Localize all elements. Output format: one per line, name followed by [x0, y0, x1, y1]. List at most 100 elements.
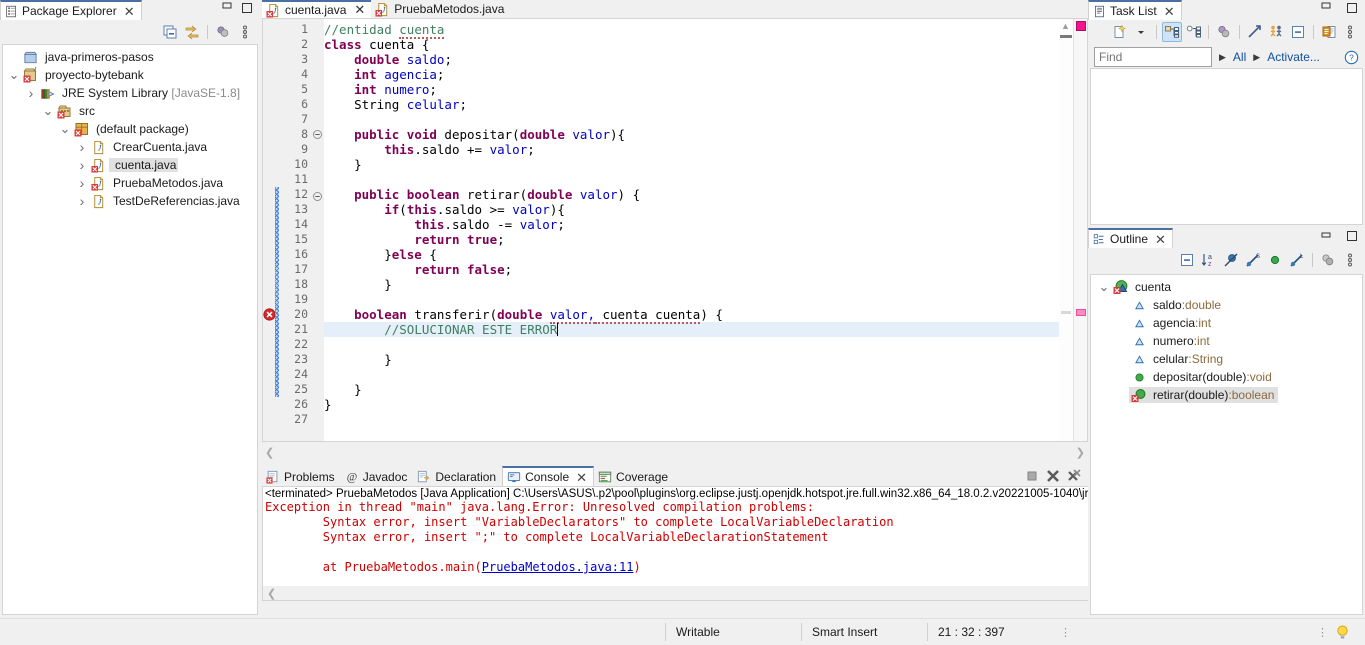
- code-line[interactable]: int numero;: [324, 82, 1087, 97]
- outline-item-celular[interactable]: celular : String: [1091, 350, 1362, 368]
- code-line[interactable]: return false;: [324, 262, 1087, 277]
- chevron-down-icon[interactable]: ⌄: [7, 68, 21, 81]
- close-icon[interactable]: ✕: [354, 2, 365, 18]
- restore-tasks-icon[interactable]: [1319, 22, 1339, 42]
- sort-icon[interactable]: a z: [1199, 250, 1219, 270]
- source-editor[interactable]: 1 2 3 4 5 6 7 8 9 10 11 12 13 14 15 16 17 18 19 20 21 22 23 24 2…: [262, 18, 1088, 442]
- chevron-right-icon[interactable]: ›: [75, 193, 89, 209]
- code-line[interactable]: this.saldo += valor;: [324, 142, 1087, 157]
- collapse-all-icon[interactable]: [1177, 250, 1197, 270]
- outline-item-depositar-double[interactable]: depositar(double) : void: [1091, 368, 1362, 386]
- package-explorer-tree[interactable]: java-primeros-pasos ⌄ J proyecto-bytebank…: [2, 44, 258, 615]
- help-icon[interactable]: ?: [1344, 50, 1359, 65]
- chevron-right-icon[interactable]: ›: [75, 157, 89, 173]
- code-line[interactable]: boolean transferir(double valor, cuenta …: [324, 307, 1087, 324]
- chevron-down-icon[interactable]: ⌄: [1097, 280, 1111, 293]
- code-line[interactable]: //SOLUCIONAR ESTE ERROR: [324, 322, 1087, 337]
- editor-overview-ruler[interactable]: [1073, 19, 1087, 441]
- fold-toggle-icon[interactable]: [311, 191, 324, 206]
- tab-package-explorer[interactable]: Package Explorer ✕: [0, 0, 142, 20]
- code-line[interactable]: [324, 367, 1087, 382]
- view-menu-icon[interactable]: [1340, 22, 1360, 42]
- error-marker-icon[interactable]: [263, 307, 276, 322]
- activate-link[interactable]: Activate...: [1267, 50, 1320, 64]
- bottom-tab-javadoc[interactable]: @ Javadoc: [341, 466, 414, 486]
- chevron-right-icon[interactable]: ›: [24, 85, 38, 101]
- code-line[interactable]: }: [324, 277, 1087, 292]
- code-line[interactable]: }: [324, 157, 1087, 172]
- task-list-body[interactable]: [1090, 68, 1363, 225]
- view-menu-icon[interactable]: [213, 22, 233, 42]
- editor-vertical-scrollbar[interactable]: ▲: [1059, 19, 1073, 441]
- collapse-all-icon[interactable]: [1288, 22, 1308, 42]
- code-line[interactable]: [324, 112, 1087, 127]
- tree-item-testdereferencias-java[interactable]: › J TestDeReferencias.java: [3, 192, 257, 210]
- remove-all-launches-icon[interactable]: [1064, 466, 1084, 486]
- overview-error-marker-top[interactable]: [1076, 21, 1086, 31]
- code-line[interactable]: this.saldo -= valor;: [324, 217, 1087, 232]
- outline-item-cuenta[interactable]: ⌄ cuenta: [1091, 278, 1362, 296]
- code-line[interactable]: double saldo;: [324, 52, 1087, 67]
- scheduled-mode-icon[interactable]: [1184, 22, 1204, 42]
- code-line[interactable]: //entidad cuenta: [324, 22, 1087, 39]
- tab-outline[interactable]: Outline ✕: [1088, 228, 1173, 248]
- code-line[interactable]: [324, 172, 1087, 187]
- code-line[interactable]: [324, 412, 1087, 427]
- collapse-all-icon[interactable]: [160, 22, 180, 42]
- tree-item-src[interactable]: ⌄ src: [3, 102, 257, 120]
- bottom-tab-declaration[interactable]: Declaration: [413, 466, 502, 486]
- chevron-down-icon[interactable]: ⌄: [41, 104, 55, 117]
- editor-marker-column[interactable]: [263, 19, 276, 441]
- chevron-right-icon[interactable]: ›: [75, 139, 89, 155]
- code-line[interactable]: }: [324, 352, 1087, 367]
- tree-item-pruebametodos-java[interactable]: › J PruebaMetodos.java: [3, 174, 257, 192]
- code-line[interactable]: public void depositar(double valor){: [324, 127, 1087, 142]
- editor-horizontal-scrollbar[interactable]: ❮ ❯: [262, 444, 1088, 460]
- chevron-right-icon[interactable]: ▶: [1219, 52, 1226, 63]
- new-task-icon[interactable]: [1110, 22, 1130, 42]
- bottom-tab-console[interactable]: Console ✕: [502, 466, 595, 486]
- status-resize-handle[interactable]: ⋮: [1060, 626, 1071, 639]
- outline-item-retirar-double[interactable]: retirar(double) : boolean: [1091, 386, 1362, 404]
- outline-item-agencia[interactable]: agencia : int: [1091, 314, 1362, 332]
- new-task-dropdown-icon[interactable]: [1132, 22, 1152, 42]
- code-line[interactable]: [324, 337, 1087, 352]
- editor-folding-column[interactable]: [311, 19, 324, 441]
- minimize-icon[interactable]: [220, 1, 234, 15]
- stack-trace-link[interactable]: PruebaMetodos.java:11: [482, 560, 634, 574]
- hide-static-icon[interactable]: S: [1243, 250, 1263, 270]
- code-line[interactable]: class cuenta {: [324, 37, 1087, 52]
- code-line[interactable]: }: [324, 382, 1087, 397]
- code-line[interactable]: return true;: [324, 232, 1087, 247]
- vertical-scroll-thumb[interactable]: [1060, 35, 1072, 38]
- categorized-mode-icon[interactable]: [1162, 22, 1182, 42]
- tree-item-crearcuenta-java[interactable]: › J CrearCuenta.java: [3, 138, 257, 156]
- hide-nonpublic-icon[interactable]: [1265, 250, 1285, 270]
- focus-icon[interactable]: [1318, 250, 1338, 270]
- maximize-icon[interactable]: [240, 1, 254, 15]
- bottom-tab-problems[interactable]: Problems: [262, 466, 341, 486]
- view-options-icon[interactable]: [235, 22, 255, 42]
- tree-item-proyecto-bytebank[interactable]: ⌄ J proyecto-bytebank: [3, 66, 257, 84]
- fold-toggle-icon[interactable]: [311, 129, 324, 144]
- hide-fields-icon[interactable]: [1221, 250, 1241, 270]
- chevron-right-icon[interactable]: ▶: [1253, 52, 1260, 63]
- code-line[interactable]: [324, 292, 1087, 307]
- code-line[interactable]: }else {: [324, 247, 1087, 262]
- scroll-left-icon[interactable]: ❮: [267, 587, 276, 600]
- code-line[interactable]: }: [324, 397, 1087, 412]
- maximize-icon[interactable]: [1345, 1, 1359, 15]
- scroll-up-arrow[interactable]: ▲: [1061, 21, 1070, 31]
- filters-icon[interactable]: [1214, 22, 1234, 42]
- minimize-icon[interactable]: [1319, 229, 1333, 243]
- tree-item-default-package[interactable]: ⌄ (default package): [3, 120, 257, 138]
- outline-item-numero[interactable]: numero : int: [1091, 332, 1362, 350]
- terminate-icon[interactable]: [1022, 466, 1042, 486]
- chevron-right-icon[interactable]: ›: [75, 175, 89, 191]
- tree-item-cuenta-java[interactable]: › J cuenta.java: [3, 156, 257, 174]
- editor-tab-cuenta-java[interactable]: J cuenta.java ✕: [262, 0, 372, 18]
- close-icon[interactable]: ✕: [1164, 5, 1175, 18]
- view-menu-icon[interactable]: [1340, 250, 1360, 270]
- code-line[interactable]: String celular;: [324, 97, 1087, 112]
- tab-task-list[interactable]: Task List ✕: [1088, 0, 1182, 20]
